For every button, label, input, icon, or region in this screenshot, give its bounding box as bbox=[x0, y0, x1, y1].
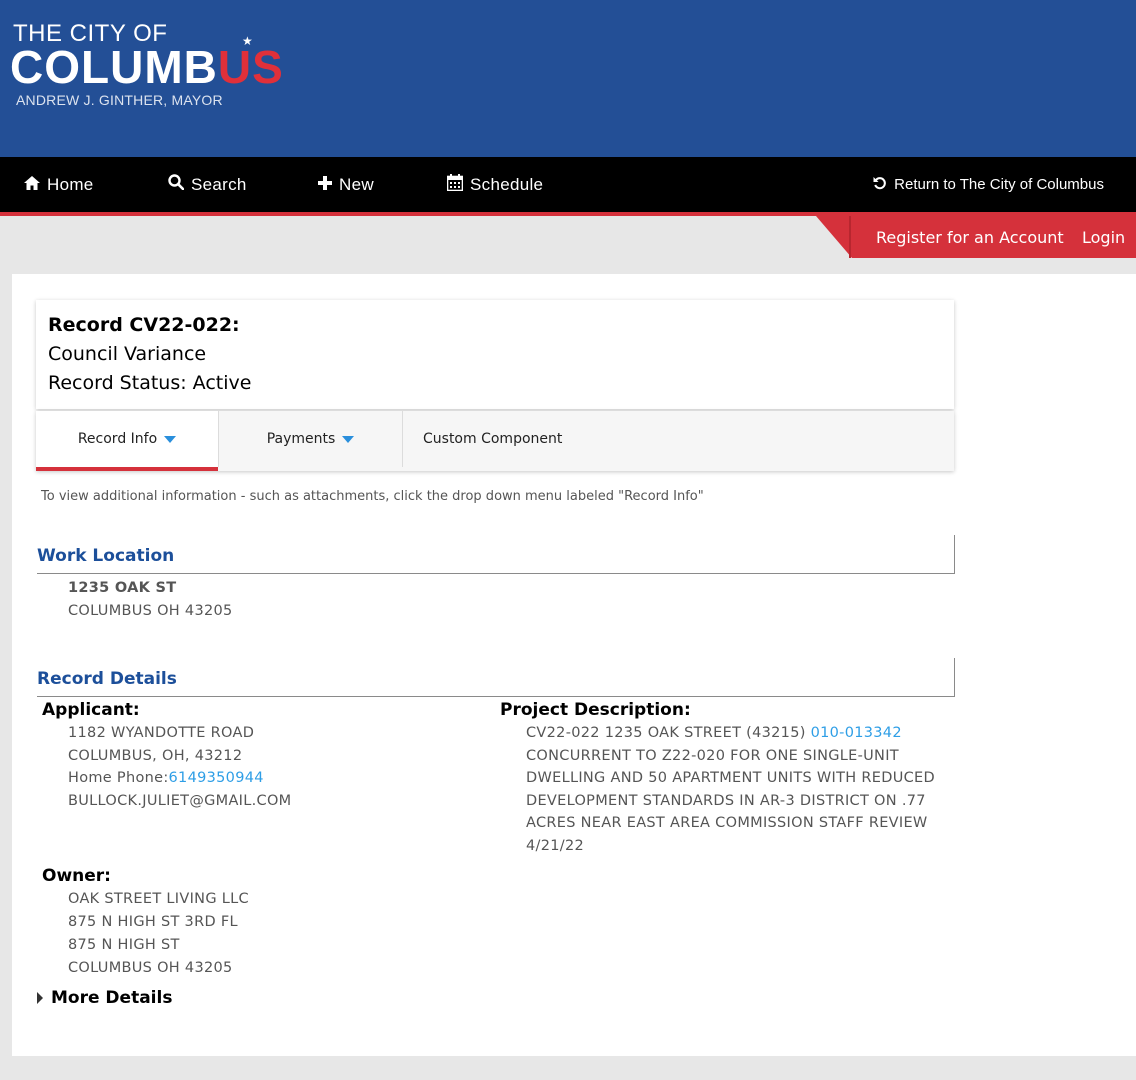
city-logo[interactable]: THE CITY OF COLUMBUS ★ ANDREW J. GINTHER… bbox=[10, 18, 296, 110]
section-rule-vertical bbox=[954, 658, 955, 697]
tab-custom-component-label: Custom Component bbox=[423, 431, 563, 447]
logo-line-2: COLUMBUS bbox=[10, 42, 284, 92]
undo-icon bbox=[873, 176, 887, 194]
tab-record-info[interactable]: Record Info bbox=[36, 411, 218, 471]
account-bar-edge bbox=[849, 216, 851, 258]
section-rule-vertical bbox=[954, 535, 955, 574]
nav-new-label: New bbox=[339, 174, 374, 194]
calendar-icon bbox=[446, 173, 464, 196]
work-location-address: 1235 OAK ST bbox=[68, 580, 177, 596]
nav-new[interactable]: New bbox=[318, 157, 374, 212]
project-description-label: Project Description: bbox=[500, 700, 691, 720]
tab-custom-component[interactable]: Custom Component bbox=[403, 411, 585, 467]
record-info-hint: To view additional information - such as… bbox=[41, 489, 704, 504]
nav-schedule[interactable]: Schedule bbox=[446, 157, 544, 212]
record-type: Council Variance bbox=[48, 343, 207, 365]
nav-schedule-label: Schedule bbox=[470, 174, 544, 194]
return-to-city-link[interactable]: Return to The City of Columbus bbox=[873, 157, 1104, 212]
star-icon: ★ bbox=[242, 34, 253, 48]
caret-down-icon bbox=[164, 435, 177, 443]
logo-word-accent: US bbox=[217, 41, 284, 93]
more-details-toggle[interactable]: More Details bbox=[37, 988, 172, 1008]
caret-down-icon bbox=[342, 435, 355, 443]
nav-home-label: Home bbox=[47, 174, 94, 194]
project-description-line3: DWELLING AND 50 APARTMENT UNITS WITH RED… bbox=[526, 770, 935, 786]
register-link[interactable]: Register for an Account bbox=[876, 216, 1064, 258]
logo-word-main: COLUMB bbox=[10, 41, 218, 93]
parcel-link[interactable]: 010-013342 bbox=[811, 725, 902, 741]
project-description-text: CV22-022 1235 OAK STREET (43215) bbox=[526, 725, 811, 741]
owner-name: OAK STREET LIVING LLC bbox=[68, 891, 249, 907]
project-description-line1: CV22-022 1235 OAK STREET (43215) 010-013… bbox=[526, 725, 902, 741]
section-rule bbox=[37, 573, 955, 574]
record-title: Record CV22-022: bbox=[48, 314, 240, 336]
record-header: Record CV22-022: Council Variance Record… bbox=[36, 300, 954, 409]
applicant-phone-label: Home Phone: bbox=[68, 770, 169, 786]
record-tabs: Record Info Payments Custom Component bbox=[36, 411, 954, 471]
applicant-label: Applicant: bbox=[42, 700, 140, 720]
owner-address-line2: 875 N HIGH ST bbox=[68, 937, 180, 953]
caret-right-icon bbox=[37, 992, 43, 1004]
section-rule bbox=[37, 696, 955, 697]
applicant-email: BULLOCK.JULIET@GMAIL.COM bbox=[68, 793, 292, 809]
record-status: Record Status: Active bbox=[48, 372, 252, 394]
project-description-line2: CONCURRENT TO Z22-020 FOR ONE SINGLE-UNI… bbox=[526, 748, 899, 764]
home-icon bbox=[24, 175, 40, 195]
login-link[interactable]: Login bbox=[1082, 216, 1125, 258]
tab-payments-label: Payments bbox=[266, 431, 336, 447]
plus-icon bbox=[318, 175, 332, 195]
tab-record-info-label: Record Info bbox=[77, 431, 158, 447]
logo-mayor-line: ANDREW J. GINTHER, MAYOR bbox=[16, 92, 223, 108]
main-nav: Home Search New Schedule Return to The C… bbox=[0, 157, 1136, 212]
record-details-title: Record Details bbox=[37, 669, 177, 689]
nav-search-label: Search bbox=[191, 174, 247, 194]
search-icon bbox=[168, 174, 185, 195]
owner-label: Owner: bbox=[42, 866, 111, 886]
applicant-address-line2: COLUMBUS, OH, 43212 bbox=[68, 748, 243, 764]
owner-address-line1: 875 N HIGH ST 3RD FL bbox=[68, 914, 238, 930]
nav-search[interactable]: Search bbox=[168, 157, 247, 212]
applicant-phone: Home Phone:6149350944 bbox=[68, 770, 264, 786]
owner-address-line3: COLUMBUS OH 43205 bbox=[68, 960, 233, 976]
applicant-phone-link[interactable]: 6149350944 bbox=[169, 770, 264, 786]
more-details-label: More Details bbox=[51, 988, 173, 1008]
nav-home[interactable]: Home bbox=[24, 157, 94, 212]
work-location-title: Work Location bbox=[37, 546, 175, 566]
project-description-line4: DEVELOPMENT STANDARDS IN AR-3 DISTRICT O… bbox=[526, 793, 926, 809]
work-location-city: COLUMBUS OH 43205 bbox=[68, 603, 233, 619]
project-description-line6: 4/21/22 bbox=[526, 838, 584, 854]
tab-payments[interactable]: Payments bbox=[219, 411, 402, 467]
site-banner: THE CITY OF COLUMBUS ★ ANDREW J. GINTHER… bbox=[0, 0, 1136, 157]
project-description-line5: ACRES NEAR EAST AREA COMMISSION STAFF RE… bbox=[526, 815, 928, 831]
applicant-address-line1: 1182 WYANDOTTE ROAD bbox=[68, 725, 255, 741]
return-link-label: Return to The City of Columbus bbox=[894, 176, 1104, 193]
